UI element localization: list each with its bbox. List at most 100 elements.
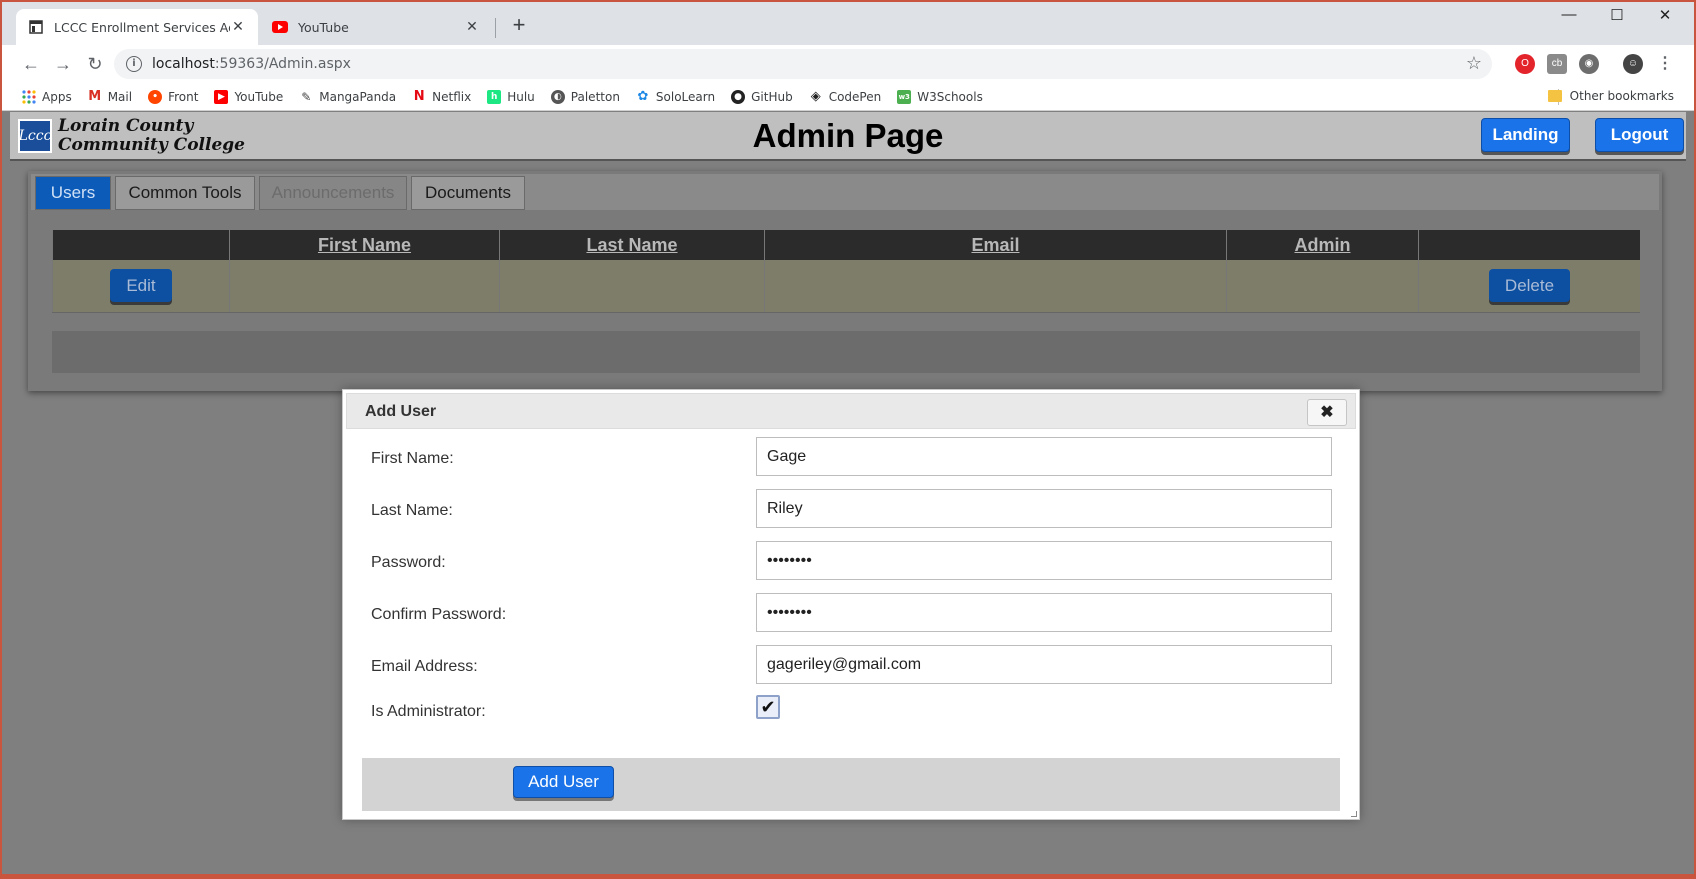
browser-window: LCCC Enrollment Services Admin ✕ YouTube…: [2, 2, 1694, 874]
admin-panel: Users Common Tools Announcements Documen…: [28, 171, 1662, 391]
add-user-button[interactable]: Add User: [513, 766, 614, 798]
table-header-row: First Name Last Name Email Admin: [52, 230, 1640, 260]
codepen-icon: ◈: [810, 89, 821, 104]
bookmark-label: W3Schools: [917, 89, 983, 104]
bookmark-label: CodePen: [828, 89, 882, 104]
bookmarks-bar: Apps M Mail • Front ▶ YouTube ✎ MangaPan…: [2, 83, 1694, 111]
email-label: Email Address:: [371, 658, 478, 675]
tab-users[interactable]: Users: [35, 176, 111, 210]
bookmark-hulu[interactable]: h Hulu: [487, 89, 535, 104]
email-input[interactable]: [756, 645, 1332, 684]
address-bar[interactable]: i localhost:59363/Admin.aspx ☆: [114, 49, 1492, 79]
dialog-titlebar[interactable]: Add User ✖: [346, 393, 1356, 429]
close-tab-icon[interactable]: ✕: [464, 19, 480, 35]
bookmark-mangapanda[interactable]: ✎ MangaPanda: [299, 90, 396, 104]
browser-tab-lccc[interactable]: LCCC Enrollment Services Admin ✕: [16, 9, 258, 45]
dialog-title: Add User: [365, 403, 437, 420]
bookmark-label: Mail: [107, 89, 133, 104]
extension-icon[interactable]: cb: [1547, 54, 1567, 74]
bookmark-paletton[interactable]: ◐ Paletton: [550, 89, 620, 104]
column-header-last-name[interactable]: Last Name: [499, 230, 765, 260]
is-administrator-label: Is Administrator:: [371, 703, 486, 720]
table-cell: [764, 260, 1227, 313]
bookmark-label: Apps: [42, 89, 72, 104]
delete-button[interactable]: Delete: [1488, 269, 1571, 303]
table-cell: [229, 260, 500, 313]
back-icon[interactable]: ←: [20, 53, 42, 75]
tab-documents[interactable]: Documents: [411, 176, 525, 210]
table-cell: [499, 260, 765, 313]
confirm-password-input[interactable]: [756, 593, 1332, 632]
bookmark-front[interactable]: • Front: [148, 89, 199, 104]
bookmark-w3schools[interactable]: w3 W3Schools: [897, 89, 983, 104]
bookmark-label: GitHub: [751, 89, 793, 104]
confirm-password-label: Confirm Password:: [371, 606, 507, 623]
bookmark-label: MangaPanda: [319, 89, 397, 104]
column-header-delete: [1418, 230, 1640, 260]
bookmark-youtube[interactable]: ▶ YouTube: [214, 89, 283, 104]
dialog-footer: Add User: [362, 758, 1340, 811]
opera-icon[interactable]: O: [1515, 54, 1535, 74]
maximize-icon[interactable]: ☐: [1594, 6, 1640, 24]
tab-separator: [495, 18, 496, 38]
table-row: Edit Delete: [52, 260, 1640, 313]
table-cell: Edit: [52, 260, 230, 313]
new-tab-icon[interactable]: +: [507, 14, 531, 38]
bookmark-netflix[interactable]: N Netflix: [412, 89, 472, 104]
column-header-first-name[interactable]: First Name: [229, 230, 500, 260]
other-bookmarks[interactable]: Other bookmarks: [1547, 89, 1674, 103]
bookmark-mail[interactable]: M Mail: [88, 89, 133, 104]
reddit-icon: •: [148, 89, 163, 104]
column-header-email[interactable]: Email: [764, 230, 1227, 260]
browser-tab-youtube[interactable]: YouTube ✕: [260, 9, 492, 45]
close-tab-icon[interactable]: ✕: [230, 19, 246, 35]
menu-kebab-icon[interactable]: ⋮: [1655, 54, 1675, 74]
table-cell: Delete: [1418, 260, 1640, 313]
github-icon: ●: [731, 89, 746, 104]
tab-announcements[interactable]: Announcements: [259, 176, 407, 210]
tab-common-tools[interactable]: Common Tools: [115, 176, 255, 210]
first-name-input[interactable]: [756, 437, 1332, 476]
table-pager: [52, 331, 1640, 373]
bookmark-label: Paletton: [570, 89, 620, 104]
browser-tab-title: YouTube: [298, 19, 349, 35]
paletton-icon: ◐: [550, 89, 565, 104]
youtube-icon: ▶: [214, 89, 229, 104]
minimize-icon[interactable]: —: [1546, 6, 1592, 23]
reload-icon[interactable]: ↻: [84, 53, 106, 75]
url-path: :59363/Admin.aspx: [214, 56, 351, 72]
edit-button[interactable]: Edit: [110, 269, 172, 303]
panel-tabs: Users Common Tools Announcements Documen…: [31, 174, 1659, 210]
is-administrator-checkbox[interactable]: ✔: [756, 695, 780, 719]
bookmark-label: Front: [168, 89, 199, 104]
gmail-icon: M: [88, 89, 102, 104]
apps-grid-icon: [22, 89, 36, 104]
url-host: localhost: [152, 56, 215, 72]
bookmark-sololearn[interactable]: ✿ SoloLearn: [636, 89, 715, 104]
bookmark-github[interactable]: ● GitHub: [731, 89, 793, 104]
landing-button[interactable]: Landing: [1481, 118, 1570, 152]
bookmark-star-icon[interactable]: ☆: [1466, 53, 1482, 74]
hulu-icon: h: [487, 89, 502, 104]
last-name-input[interactable]: [756, 489, 1332, 528]
vpn-extension-icon[interactable]: ◉: [1579, 54, 1599, 74]
web-page: Lccc Lorain County Community College Adm…: [2, 112, 1694, 874]
close-window-icon[interactable]: ✕: [1642, 6, 1688, 24]
column-header-admin[interactable]: Admin: [1226, 230, 1419, 260]
password-input[interactable]: [756, 541, 1332, 580]
page-title: Admin Page: [752, 117, 944, 154]
resize-handle-icon[interactable]: [1351, 811, 1357, 817]
forward-icon[interactable]: →: [52, 53, 74, 75]
logout-button[interactable]: Logout: [1595, 118, 1684, 152]
folder-icon: [1547, 90, 1562, 102]
add-user-dialog: Add User ✖ First Name: Last Name: Passwo…: [342, 389, 1360, 820]
bookmark-codepen[interactable]: ◈ CodePen: [809, 89, 882, 104]
profile-avatar-icon[interactable]: ☺: [1623, 54, 1643, 74]
close-icon[interactable]: ✖: [1307, 399, 1347, 426]
bookmark-apps[interactable]: Apps: [22, 90, 72, 104]
browser-toolbar: ← → ↻ i localhost:59363/Admin.aspx ☆ O c…: [2, 45, 1694, 83]
netflix-icon: N: [413, 89, 425, 104]
users-table: First Name Last Name Email Admin Edit De…: [52, 230, 1640, 313]
column-header-actions: [52, 230, 230, 260]
site-info-icon[interactable]: i: [126, 56, 142, 72]
